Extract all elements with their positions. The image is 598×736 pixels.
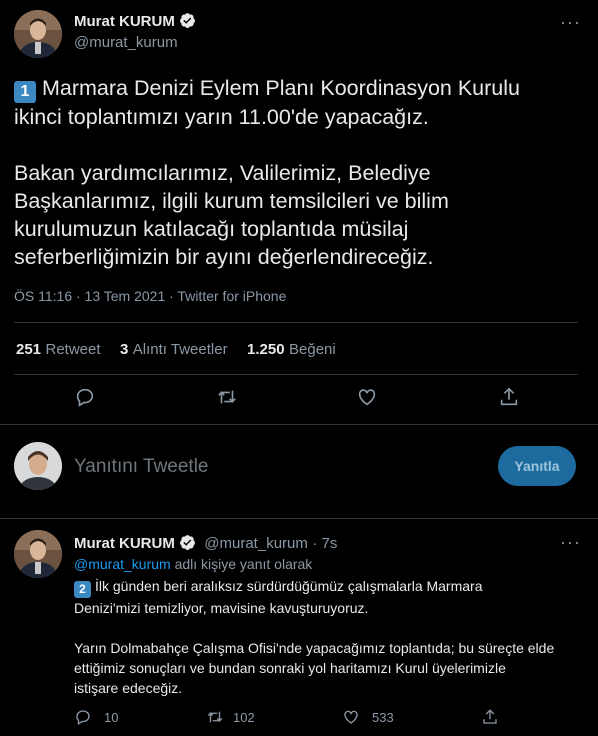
author-name[interactable]: Murat KURUM <box>74 12 196 30</box>
replying-to-link[interactable]: @murat_kurum <box>74 556 171 572</box>
keycap-number-icon: 2 <box>74 581 91 598</box>
avatar-image <box>14 442 62 490</box>
reply-tweet-text: 2 İlk günden beri aralıksız sürdürdüğümüz… <box>74 576 589 698</box>
divider <box>0 518 598 519</box>
tweet-line: Bakan yardımcılarımız, Valilerimiz, Bele… <box>14 161 431 185</box>
retweet-count: 102 <box>233 709 255 725</box>
avatar-image <box>14 10 62 58</box>
tweet-line: kurulumuzun katılacağı toplantıda müsila… <box>14 217 409 241</box>
tweet-line: Yarın Dolmabahçe Çalışma Ofisi'nde yapac… <box>74 640 555 656</box>
retweet-icon[interactable] <box>215 386 239 408</box>
verified-badge-icon <box>179 535 195 550</box>
tweet-timestamp[interactable]: ÖS 11:16 · 13 Tem 2021 · Twitter for iPh… <box>14 288 286 304</box>
like-label: Beğeni <box>289 341 336 358</box>
retweet-count: 251 <box>16 341 42 358</box>
tweet-line: İlk günden beri aralıksız sürdürdüğümüz … <box>95 578 483 594</box>
like-count-link[interactable]: 1.250 Beğeni <box>247 341 336 359</box>
like-count: 533 <box>372 709 394 725</box>
like-icon[interactable] <box>356 386 378 408</box>
author-avatar[interactable] <box>14 10 62 58</box>
tweet-line: ettiğimiz sonuçları ve bundan sonraki yo… <box>74 660 506 676</box>
reply-input[interactable]: Yanıtını Tweetle <box>74 456 209 478</box>
quote-count: 3 <box>120 341 129 358</box>
reply-author-avatar[interactable] <box>14 530 62 578</box>
reply-reply-action[interactable]: 10 <box>74 708 118 726</box>
tweet-line: Denizi'mizi temizliyor, mavisine kavuştu… <box>74 600 369 616</box>
tweet-line: Marmara Denizi Eylem Planı Koordinasyon … <box>42 76 520 100</box>
reply-header: Murat KURUM @murat_kurum · 7s <box>74 534 337 553</box>
reply-retweet-action[interactable]: 102 <box>205 708 255 726</box>
verified-badge-icon <box>179 13 195 28</box>
retweet-label: Retweet <box>45 341 101 358</box>
tweet-line: istişare edeceğiz. <box>74 680 183 696</box>
reply-like-action[interactable]: 533 <box>342 708 394 726</box>
replying-to: @murat_kurum adlı kişiye yanıt olarak <box>74 556 312 572</box>
author-name-text: Murat KURUM <box>74 13 175 30</box>
keycap-number-icon: 1 <box>14 81 36 103</box>
reply-button[interactable]: Yanıtla <box>498 446 576 486</box>
reply-more-options-icon[interactable]: ··· <box>560 532 581 553</box>
reply-time[interactable]: · 7s <box>312 535 337 552</box>
reply-author-handle[interactable]: @murat_kurum <box>204 535 308 552</box>
share-icon[interactable] <box>498 386 520 408</box>
divider <box>14 322 578 323</box>
tweet-line: seferberliğimizin bir ayını değerlendire… <box>14 245 434 269</box>
replying-to-label: adlı kişiye yanıt olarak <box>174 556 313 572</box>
tweet-text: 1 Marmara Denizi Eylem Planı Koordinasyon… <box>14 74 589 271</box>
avatar-image <box>14 530 62 578</box>
retweet-icon <box>207 711 223 723</box>
divider <box>14 374 578 375</box>
quote-count-link[interactable]: 3 Alıntı Tweetler <box>120 341 228 359</box>
reply-author-name[interactable]: Murat KURUM <box>74 535 175 552</box>
more-options-icon[interactable]: ··· <box>560 12 581 33</box>
tweet-line: Başkanlarımız, ilgili kurum temsilcileri… <box>14 189 449 213</box>
quote-label: Alıntı Tweetler <box>132 341 228 358</box>
current-user-avatar[interactable] <box>14 442 62 490</box>
retweet-count-link[interactable]: 251 Retweet <box>16 341 101 359</box>
reply-icon[interactable] <box>74 386 96 408</box>
tweet-line: ikinci toplantımızı yarın 11.00'de yapac… <box>14 105 429 129</box>
like-count: 1.250 <box>247 341 285 358</box>
like-icon <box>344 710 358 724</box>
reply-icon <box>76 710 90 725</box>
reply-share-icon[interactable] <box>481 708 499 731</box>
author-handle[interactable]: @murat_kurum <box>74 34 178 51</box>
reply-count: 10 <box>104 709 119 725</box>
divider <box>0 424 598 425</box>
